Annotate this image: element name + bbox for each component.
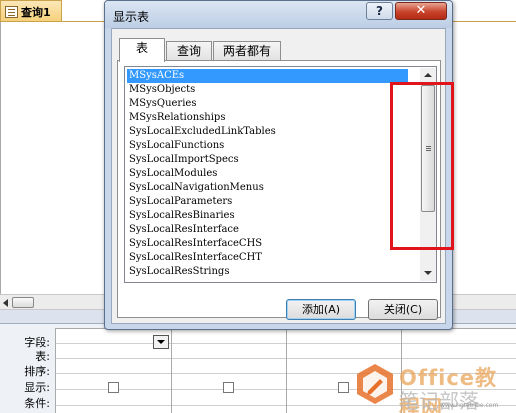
add-button[interactable]: 添加(A) [286, 299, 356, 320]
grid-row-label-show: 显示: [24, 381, 50, 394]
table-list-item[interactable]: SysLocalResInterfaceCHT [127, 251, 408, 265]
scroll-down-arrow-icon[interactable] [424, 271, 432, 275]
show-checkbox[interactable] [223, 382, 234, 393]
grid-row-label-criteria: 条件: [24, 397, 50, 410]
watermark-url: www.notetribe.com [440, 402, 499, 409]
table-list-item[interactable]: SysLocalResInterface [127, 223, 408, 237]
show-checkbox[interactable] [108, 382, 119, 393]
dialog-title: 显示表 [113, 10, 150, 24]
grid-row-label-sort: 排序: [24, 365, 50, 378]
scroll-left-arrow-icon[interactable] [3, 299, 8, 307]
grid-column-divider [286, 329, 287, 413]
office-logo-watermark-icon [357, 364, 393, 404]
close-button[interactable]: 关闭(C) [368, 299, 438, 320]
table-list-item[interactable]: SysLocalImportSpecs [127, 153, 408, 167]
tab-both[interactable]: 两者都有 [213, 41, 281, 62]
tab-tables[interactable]: 表 [119, 38, 165, 62]
table-list-item[interactable]: SysLocalParameters [127, 195, 408, 209]
table-list-item[interactable]: SysLocalNavigationMenus [127, 181, 408, 195]
table-list-item[interactable]: MSysObjects [127, 83, 408, 97]
table-list-item[interactable]: SysLocalResStrings [127, 265, 408, 279]
dialog-titlebar[interactable]: 显示表 ? ✕ [105, 1, 452, 28]
table-list-item[interactable]: SysLocalExcludedLinkTables [127, 125, 408, 139]
grid-column-divider [171, 329, 172, 413]
query-icon [5, 5, 18, 18]
show-checkbox[interactable] [338, 382, 349, 393]
scrollbar-highlight-box [390, 82, 454, 250]
table-list-item[interactable]: SysLocalModules [127, 167, 408, 181]
table-list-item[interactable]: MSysACEs [127, 69, 408, 83]
close-icon[interactable]: ✕ [395, 2, 447, 20]
help-button[interactable]: ? [366, 2, 393, 20]
table-list-item[interactable]: MSysQueries [127, 97, 408, 111]
query1-document-tab[interactable]: 查询1 [0, 0, 62, 22]
grid-row-label-table: 表: [35, 350, 50, 363]
table-list-item[interactable]: MSysRelationships [127, 111, 408, 125]
scroll-up-arrow-icon[interactable] [424, 73, 432, 77]
tab-queries[interactable]: 查询 [166, 41, 212, 62]
field-dropdown-button[interactable] [153, 335, 169, 349]
query1-tab-label: 查询1 [21, 5, 51, 19]
table-list-item[interactable]: SysLocalResBinaries [127, 209, 408, 223]
table-list-item[interactable]: SysLocalResInterfaceCHS [127, 237, 408, 251]
horizontal-scroll-thumb[interactable] [12, 297, 34, 308]
table-list-item[interactable]: SysLocalFunctions [127, 139, 408, 153]
